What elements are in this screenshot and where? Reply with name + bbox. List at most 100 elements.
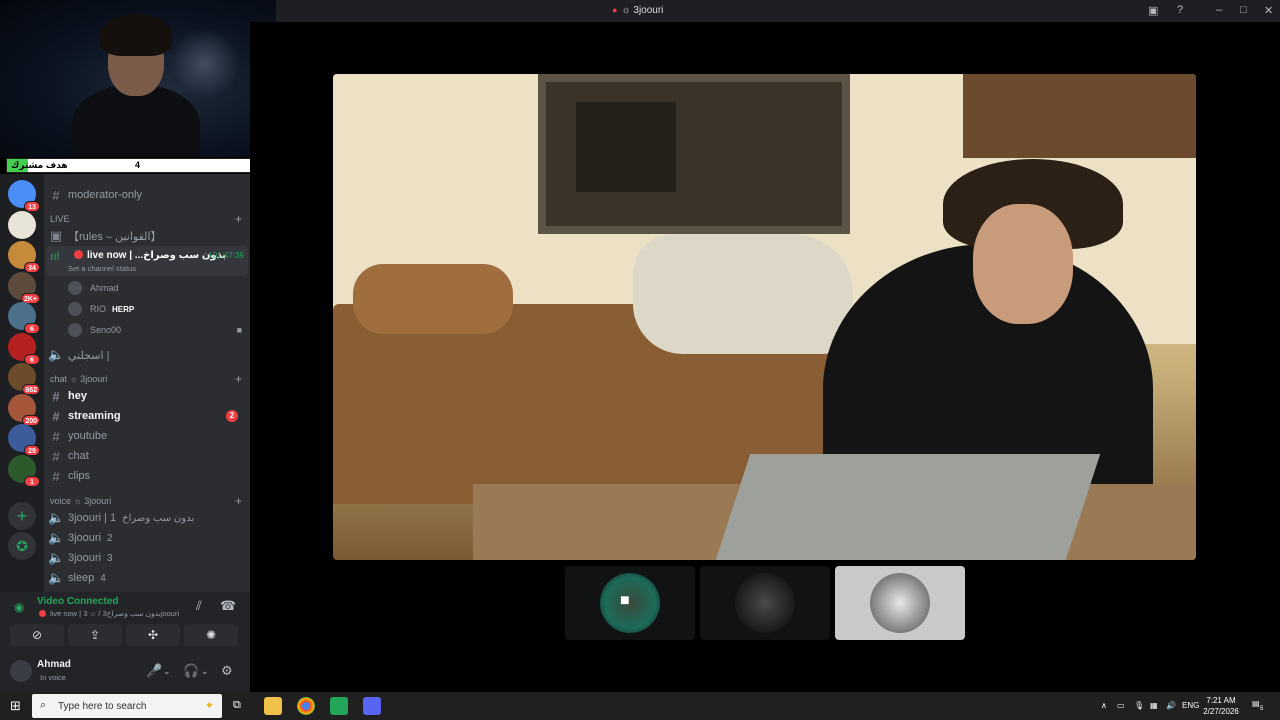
server-icon-8[interactable]: 200 (8, 393, 40, 426)
maximize-icon[interactable]: □ (1240, 4, 1247, 16)
voice-member[interactable]: Seno00 ■ (68, 322, 242, 338)
window-title: ● ☼ 3joouri (612, 5, 663, 16)
activities-button[interactable]: ✣ (126, 624, 180, 646)
close-icon[interactable]: ✕ (1264, 4, 1273, 17)
gear-icon[interactable]: ⚙ (221, 663, 233, 679)
server-icon-2[interactable] (8, 210, 36, 239)
windows-start-icon[interactable]: ⊞ (10, 698, 21, 714)
speaker-icon: 🔈 (48, 530, 65, 545)
add-channel-icon[interactable]: + (235, 494, 242, 508)
inbox-icon[interactable]: ▣ (1148, 4, 1158, 17)
hash-icon: # (52, 408, 60, 424)
noise-suppression-icon[interactable]: ⫽ (196, 598, 202, 614)
video-face (973, 204, 1073, 324)
channel-label: clips (68, 470, 91, 482)
server-icon-7[interactable]: 862 (8, 363, 40, 395)
video-laptop (715, 454, 1101, 560)
voice-channel-extra[interactable]: 🔈 اسجلني | (48, 346, 246, 364)
disconnect-icon[interactable]: ☎ (220, 598, 236, 614)
member-name: Seno00 (90, 325, 122, 335)
microphone-icon[interactable]: 🎤 (146, 663, 162, 679)
task-view-icon[interactable]: ⧉ (233, 699, 241, 712)
channel-chat[interactable]: # chat (48, 447, 246, 465)
server-icon-6[interactable]: 6 (8, 332, 40, 365)
search-icon: ⌕ (40, 699, 47, 711)
server-icon-3[interactable]: 34 (8, 241, 40, 273)
taskbar-search[interactable]: ⌕ Type here to search ✦ (32, 694, 222, 718)
video-shelf (963, 74, 1196, 158)
server-icon-5[interactable]: 6 (8, 302, 40, 334)
tray-icon[interactable]: ▭ (1117, 701, 1125, 710)
add-server-icon[interactable]: + (8, 502, 36, 530)
video-camera-icon: ■ (236, 325, 242, 335)
server-icon-9[interactable]: 29 (8, 424, 40, 456)
live-channel-title: live now | ...بدون سب وصراخ (74, 250, 226, 261)
channel-rules[interactable]: ▣ 【rules – القوانين】 (48, 227, 246, 245)
channel-youtube[interactable]: # youtube (48, 427, 246, 445)
language-indicator[interactable]: ENG (1182, 701, 1199, 710)
participant-tile-3[interactable] (835, 566, 965, 640)
webcam-hair (100, 14, 172, 56)
discord-icon[interactable] (363, 697, 381, 715)
server-badge: 34 (24, 262, 40, 273)
channel-label: 3joouri | 1 (68, 512, 117, 524)
hash-icon: # (52, 448, 60, 464)
voice-member[interactable]: Ahmad (68, 280, 242, 296)
mention-badge: 2 (226, 410, 238, 422)
notifications-icon[interactable]: ▤ (1252, 699, 1260, 708)
minimize-icon[interactable]: – (1216, 4, 1222, 16)
channel-sub: 2 (107, 532, 113, 544)
server-badge: 29 (24, 445, 40, 456)
voice-member[interactable]: RIO HERP (68, 301, 242, 317)
category-chat[interactable]: chat ☼ 3joouri + (50, 372, 242, 386)
add-channel-icon[interactable]: + (235, 372, 242, 386)
category-voice[interactable]: voice ☼ 3joouri + (50, 494, 242, 508)
volume-icon[interactable]: 🔊 (1166, 701, 1176, 710)
main-video-stream[interactable] (333, 74, 1196, 560)
chrome-icon[interactable] (297, 697, 315, 715)
goal-label: هدف مشترك (11, 160, 68, 170)
tray-mic-icon[interactable]: 🎙 (1134, 701, 1144, 710)
channel-clips[interactable]: # clips (48, 467, 246, 485)
explore-icon[interactable]: ✪ (8, 532, 36, 560)
hash-icon: # (52, 468, 60, 484)
app-icon[interactable] (330, 697, 348, 715)
server-icon-10[interactable]: 1 (8, 454, 40, 487)
voice-channel-live[interactable]: ııl live now | ...بدون سب وصراخ Set a ch… (46, 246, 248, 276)
voice-channel-info[interactable]: live now | 3 ☼ / بدون سب وصراخ3joouri (39, 609, 179, 618)
chevron-down-icon[interactable]: ⌄ (201, 666, 209, 677)
soundboard-button[interactable]: ✺ (184, 624, 238, 646)
participant-tile-2[interactable] (700, 566, 830, 640)
file-explorer-icon[interactable] (264, 697, 282, 715)
hash-icon: # (52, 388, 60, 404)
camera-toggle-button[interactable]: ⊘ (10, 624, 64, 646)
help-icon[interactable]: ? (1177, 4, 1183, 16)
channel-moderator-only[interactable]: # moderator-only (48, 186, 246, 204)
voice-channel[interactable]: 🔈 3joouri 3 (48, 549, 246, 567)
live-title-text: live now | ...بدون سب وصراخ (87, 250, 227, 261)
voice-channel[interactable]: 🔈 sleep 4 (48, 569, 246, 587)
screen-share-button[interactable]: ⇪ (68, 624, 122, 646)
channel-label: sleep (68, 572, 95, 584)
avatar (68, 281, 82, 295)
channel-streaming[interactable]: # streaming 2 (48, 407, 246, 425)
category-live[interactable]: LIVE + (50, 212, 242, 226)
headphones-icon[interactable]: 🎧 (183, 663, 199, 679)
server-icon-4[interactable]: 2K+ (8, 271, 40, 304)
speaker-icon: 🔈 (48, 347, 65, 362)
channel-hey[interactable]: # hey (48, 387, 246, 405)
add-channel-icon[interactable]: + (235, 212, 242, 226)
channel-label: youtube (68, 430, 108, 442)
avatar[interactable] (10, 660, 32, 682)
category-label: voice ☼ 3joouri (50, 496, 112, 506)
system-clock[interactable]: 7:21 AM 2/27/2026 (1198, 695, 1244, 717)
network-icon[interactable]: ▦ (1150, 701, 1158, 710)
server-icon-1[interactable]: 13 (8, 180, 40, 212)
voice-channel[interactable]: 🔈 3joouri 2 (48, 529, 246, 547)
channel-status[interactable]: Set a channel status (68, 264, 136, 273)
search-placeholder: Type here to search (58, 701, 147, 712)
tray-overflow-icon[interactable]: ∧ (1101, 701, 1107, 710)
chevron-down-icon[interactable]: ⌄ (163, 666, 171, 677)
voice-channel[interactable]: 🔈 3joouri | 1 بدون سب وصراخ (48, 509, 246, 527)
participant-tile-1[interactable]: ■ (565, 566, 695, 640)
